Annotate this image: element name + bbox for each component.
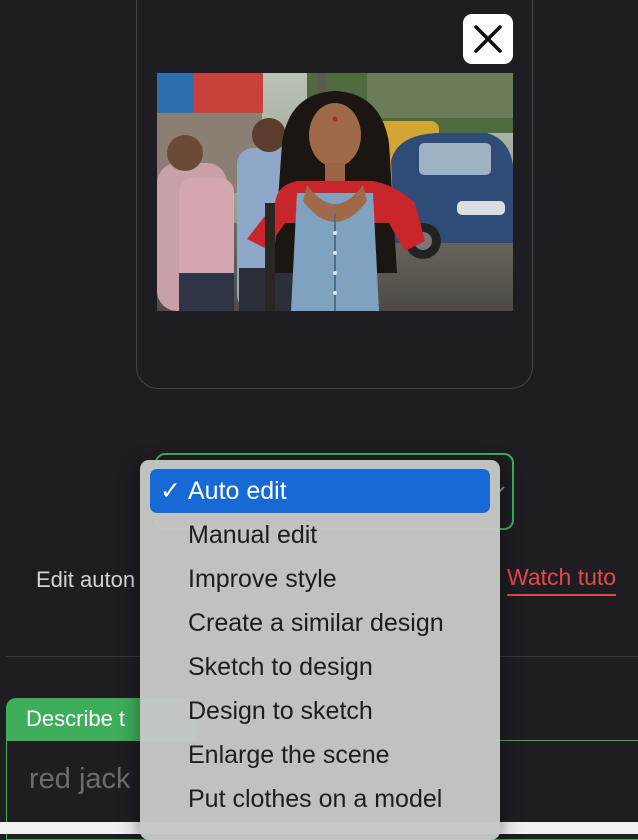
menu-item-label: Auto edit	[188, 477, 287, 505]
menu-item-design-to-sketch[interactable]: Design to sketch	[150, 689, 490, 733]
uploaded-image-preview	[157, 73, 513, 311]
checkmark-icon: ✓	[160, 477, 181, 505]
menu-item-label: Design to sketch	[188, 697, 373, 725]
edit-description-text: Edit auton	[36, 567, 136, 592]
menu-item-label: Manual edit	[188, 521, 318, 549]
menu-item-label: Create a similar design	[188, 609, 444, 637]
prompt-input-text: red jack	[29, 763, 131, 795]
remove-image-button[interactable]	[463, 14, 513, 64]
close-x-icon	[474, 25, 502, 53]
menu-item-auto-edit[interactable]: ✓ Auto edit	[150, 469, 490, 513]
edit-mode-dropdown-menu: ✓ Auto edit Manual edit Improve style Cr…	[140, 460, 500, 840]
menu-item-manual-edit[interactable]: Manual edit	[150, 513, 490, 557]
menu-item-label: Put clothes on a model	[188, 785, 443, 813]
menu-item-enlarge-scene[interactable]: Enlarge the scene	[150, 733, 490, 777]
menu-item-improve-style[interactable]: Improve style	[150, 557, 490, 601]
watch-tutorial-link[interactable]: Watch tuto	[507, 564, 617, 596]
menu-item-create-similar-design[interactable]: Create a similar design	[150, 601, 490, 645]
menu-item-put-clothes-on-model[interactable]: Put clothes on a model	[150, 777, 490, 821]
menu-item-label: Improve style	[188, 565, 337, 593]
menu-item-label: Enlarge the scene	[188, 741, 390, 769]
menu-item-sketch-to-design[interactable]: Sketch to design	[150, 645, 490, 689]
menu-item-label: Sketch to design	[188, 653, 373, 681]
